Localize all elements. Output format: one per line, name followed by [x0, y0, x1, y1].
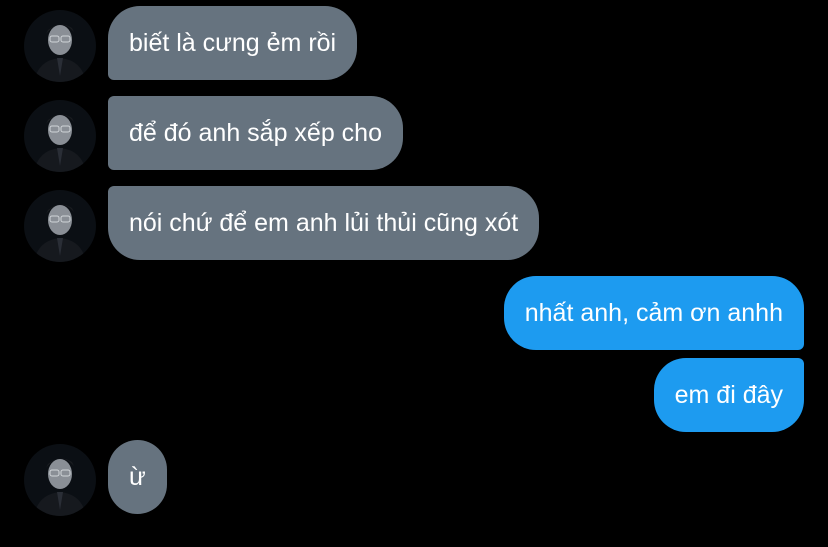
message-bubble-outgoing[interactable]: em đi đây: [653, 358, 804, 432]
message-bubble-incoming[interactable]: nói chứ để em anh lủi thủi cũng xót: [108, 186, 540, 260]
contact-avatar[interactable]: [24, 444, 96, 516]
contact-avatar[interactable]: [24, 10, 96, 82]
message-thread: biết là cưng ẻm rồi để đó anh sắp xếp ch…: [0, 0, 828, 547]
message-bubble-outgoing[interactable]: nhất anh, cảm ơn anhh: [503, 276, 804, 350]
contact-avatar[interactable]: [24, 100, 96, 172]
message-bubble-incoming[interactable]: ừ: [108, 440, 167, 514]
message-bubble-incoming[interactable]: biết là cưng ẻm rồi: [108, 6, 358, 80]
contact-avatar[interactable]: [24, 190, 96, 262]
message-bubble-incoming[interactable]: để đó anh sắp xếp cho: [108, 96, 403, 170]
